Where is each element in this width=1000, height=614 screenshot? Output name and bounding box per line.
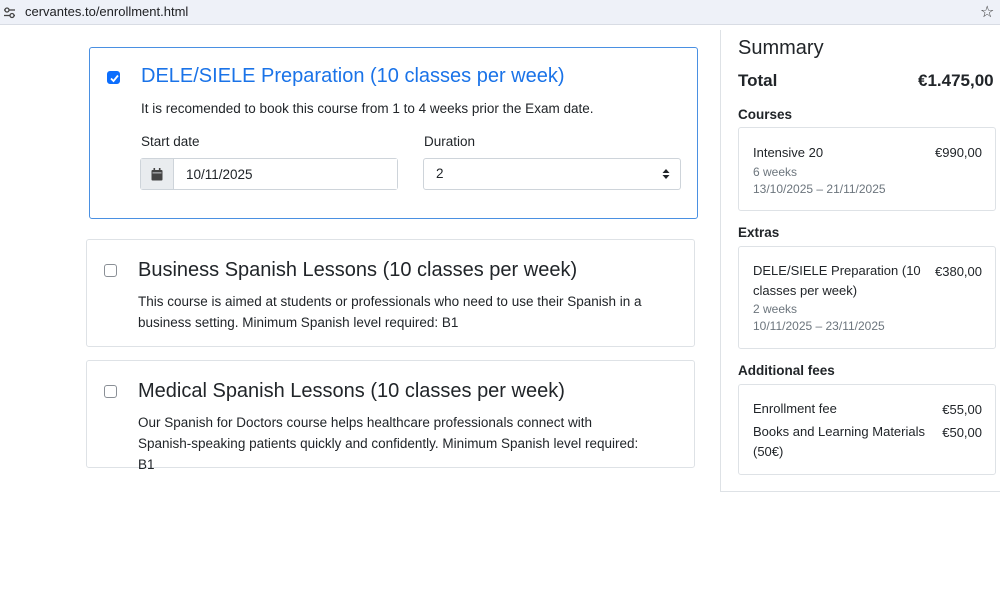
course-description: It is recomended to book this course fro… <box>141 101 594 116</box>
summary-course-price: €990,00 <box>935 145 982 160</box>
browser-address-bar: cervantes.to/enrollment.html ☆ <box>0 0 1000 25</box>
url-text[interactable]: cervantes.to/enrollment.html <box>25 4 188 19</box>
start-date-group <box>140 158 398 190</box>
summary-course-dates: 13/10/2025 – 21/11/2025 <box>753 182 886 196</box>
course-title: DELE/SIELE Preparation (10 classes per w… <box>141 65 565 87</box>
star-icon[interactable]: ☆ <box>980 2 994 22</box>
course-card-dele-siele: DELE/SIELE Preparation (10 classes per w… <box>89 47 698 219</box>
course-checkbox[interactable] <box>104 385 117 398</box>
courses-heading: Courses <box>738 107 793 122</box>
course-description: This course is aimed at students or prof… <box>138 294 642 330</box>
course-title: Medical Spanish Lessons (10 classes per … <box>138 380 565 402</box>
select-arrows-icon <box>662 168 670 183</box>
fee-price: €50,00 <box>942 425 982 440</box>
start-date-label: Start date <box>141 134 200 149</box>
summary-title: Summary <box>738 37 824 59</box>
fees-heading: Additional fees <box>738 363 835 378</box>
summary-course-name: Intensive 20 <box>753 145 824 160</box>
fee-name: Books and Learning Materials (50€) <box>753 424 925 459</box>
duration-value: 2 <box>436 166 444 181</box>
start-date-input[interactable] <box>174 159 397 189</box>
duration-select[interactable]: 2 <box>423 158 681 190</box>
summary-extra-weeks: 2 weeks <box>753 302 798 316</box>
summary-panel: Summary Total €1.475,00 Courses Intensiv… <box>720 30 1000 492</box>
course-checkbox[interactable] <box>107 71 120 84</box>
summary-course-weeks: 6 weeks <box>753 165 798 179</box>
summary-extra-name: DELE/SIELE Preparation (10 classes per w… <box>753 263 921 298</box>
course-checkbox[interactable] <box>104 264 117 277</box>
summary-course-box: Intensive 20 €990,00 6 weeks 13/10/2025 … <box>738 127 996 211</box>
course-card-medical-spanish: Medical Spanish Lessons (10 classes per … <box>86 360 695 472</box>
total-label: Total <box>738 71 778 90</box>
calendar-icon[interactable] <box>141 159 174 189</box>
summary-fees-box: Enrollment fee €55,00 Books and Learning… <box>738 384 996 475</box>
course-description: Our Spanish for Doctors course helps hea… <box>138 415 639 472</box>
summary-extra-box: DELE/SIELE Preparation (10 classes per w… <box>738 246 996 349</box>
summary-extra-price: €380,00 <box>935 264 982 279</box>
extras-heading: Extras <box>738 225 780 240</box>
duration-label: Duration <box>424 134 476 149</box>
course-title: Business Spanish Lessons (10 classes per… <box>138 259 578 281</box>
tune-icon[interactable] <box>3 6 16 19</box>
course-card-business-spanish: Business Spanish Lessons (10 classes per… <box>86 239 695 347</box>
fee-name: Enrollment fee <box>753 401 837 416</box>
summary-extra-dates: 10/11/2025 – 23/11/2025 <box>753 319 885 333</box>
total-value: €1.475,00 <box>918 71 994 90</box>
fee-price: €55,00 <box>942 402 982 417</box>
